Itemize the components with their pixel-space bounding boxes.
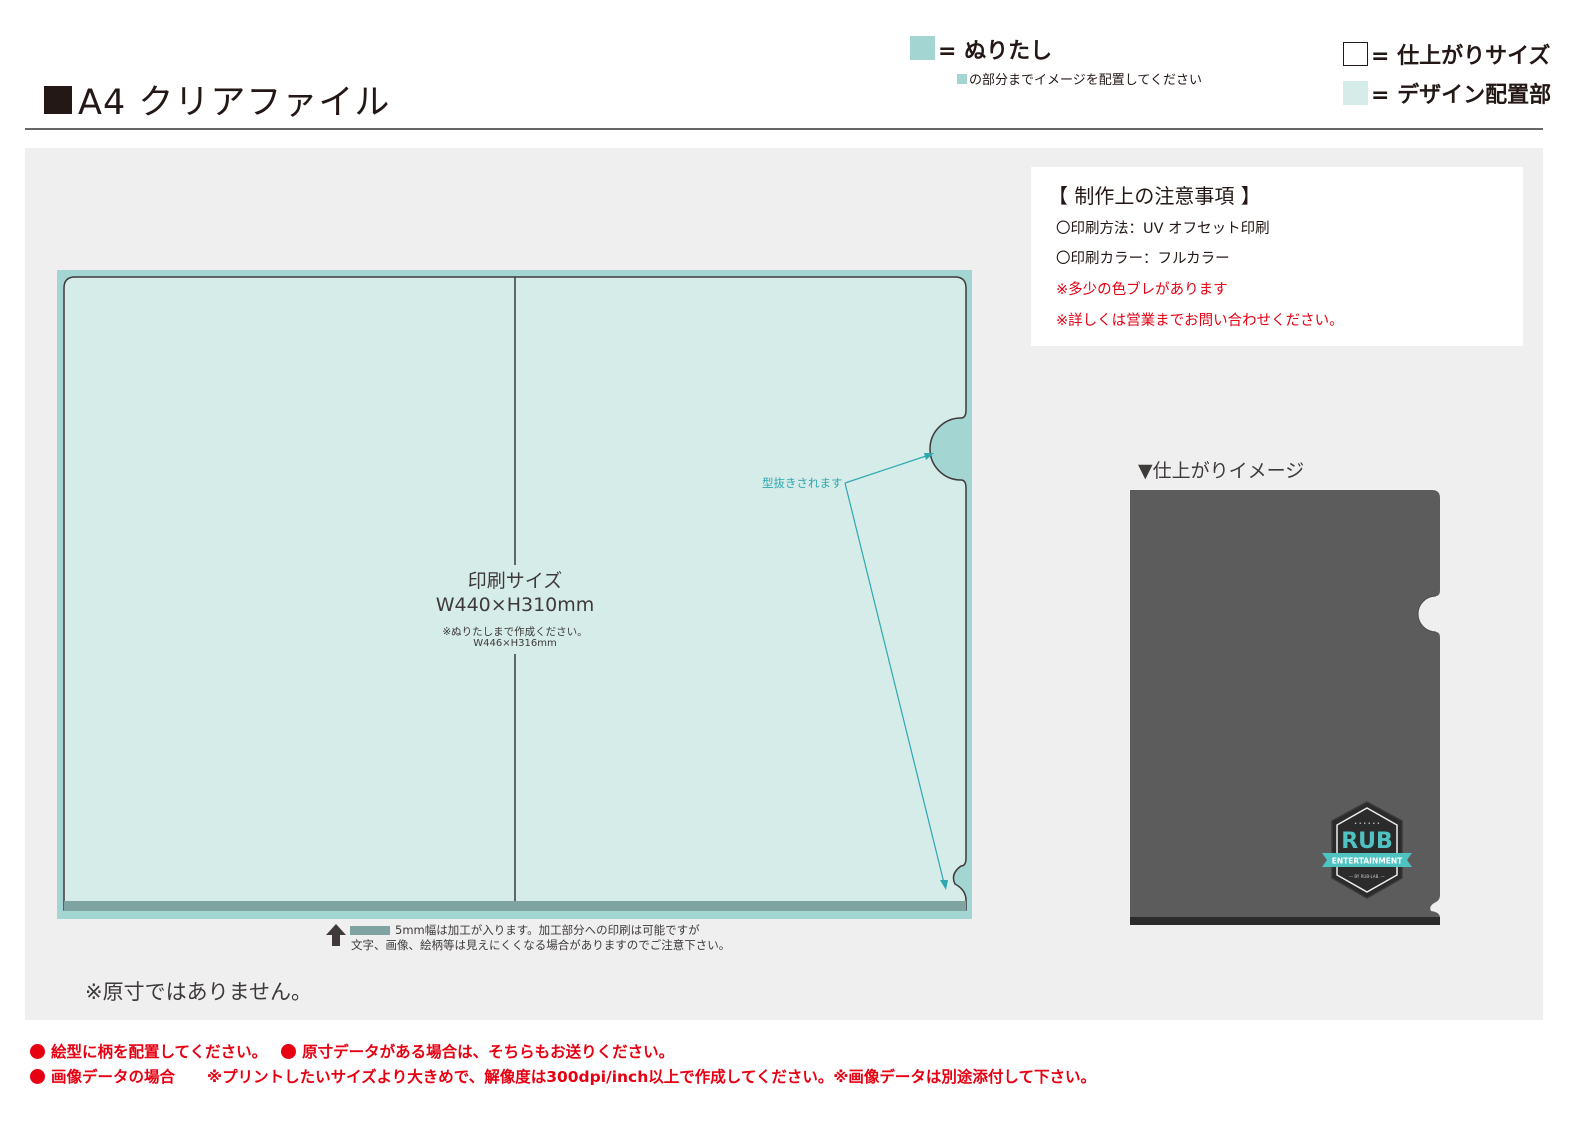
legend-bleed-note-text: の部分までイメージを配置してください bbox=[969, 73, 1202, 88]
print-size-label: 印刷サイズ bbox=[467, 570, 563, 592]
footer-line-2: 画像データの場合 ※プリントしたいサイズより大きめで、解像度は300dpi/inc… bbox=[30, 1065, 1096, 1087]
not-actual-size-note: ※原寸ではありません。 bbox=[85, 980, 312, 1004]
margin-note-line-2: 文字、画像、絵柄等は見えにくくなる場合がありますのでご注意下さい。 bbox=[351, 938, 731, 952]
note-contact-sales: ※詳しくは営業までお問い合わせください。 bbox=[1056, 313, 1344, 329]
header-divider bbox=[25, 128, 1543, 130]
legend-design-swatch bbox=[1343, 81, 1368, 105]
margin-note-line-1: 5mm幅は加工が入ります。加工部分への印刷は可能ですが bbox=[395, 923, 700, 937]
finish-image-mockup: • • • • • • RUB ENTERTAINMENT — BY RUB-L… bbox=[1130, 490, 1440, 925]
legend-bleed-note: の部分までイメージを配置してください bbox=[957, 69, 1202, 88]
footer-line-1: 絵型に柄を配置してください。 原寸データがある場合は、そちらもお送りください。 bbox=[30, 1040, 674, 1062]
diecut-label: 型抜きされます bbox=[762, 476, 843, 490]
footer-send-original: 原寸データがある場合は、そちらもお送りください。 bbox=[302, 1043, 675, 1061]
page-title: A4 クリアファイル bbox=[44, 74, 390, 125]
footer-resolution-note: ※プリントしたいサイズより大きめで、解像度は300dpi/inch以上で作成して… bbox=[207, 1068, 1096, 1086]
note-color-variance: ※多少の色ブレがあります bbox=[1056, 282, 1228, 298]
logo-sub-text: — BY RUB-LAB. — bbox=[1349, 874, 1385, 879]
note-print-color: 〇印刷カラー：フルカラー bbox=[1056, 251, 1230, 267]
footer-place-pattern: 絵型に柄を配置してください。 bbox=[51, 1043, 268, 1061]
margin-swatch bbox=[350, 926, 390, 935]
print-bleed-note: ※ぬりたしまで作成ください。 bbox=[442, 626, 588, 638]
red-dot-icon bbox=[30, 1069, 45, 1084]
legend-finish-swatch bbox=[1343, 42, 1368, 66]
finish-image-label: ▼仕上がりイメージ bbox=[1138, 460, 1305, 482]
note-print-method: 〇印刷方法：UV オフセット印刷 bbox=[1056, 221, 1270, 237]
processing-margin bbox=[64, 901, 966, 911]
red-dot-icon bbox=[30, 1044, 45, 1059]
title-square-icon bbox=[44, 85, 72, 114]
footer-image-data-case: 画像データの場合 bbox=[51, 1068, 176, 1086]
print-size-dims: W440×H310mm bbox=[435, 594, 595, 616]
production-notes-heading: 【 制作上の注意事項 】 bbox=[1048, 184, 1261, 208]
mini-bleed-swatch bbox=[957, 73, 967, 84]
mockup-bottom-edge bbox=[1130, 917, 1440, 925]
legend-finish-label: = 仕上がりサイズ bbox=[1371, 44, 1551, 69]
legend-bleed-swatch bbox=[910, 36, 935, 60]
logo-banner-text: ENTERTAINMENT bbox=[1332, 857, 1403, 866]
legend-design-label: = デザイン配置部 bbox=[1371, 83, 1552, 108]
print-bleed-dims: W446×H316mm bbox=[473, 638, 557, 649]
red-dot-icon bbox=[281, 1044, 297, 1059]
up-arrow-icon bbox=[326, 924, 346, 946]
logo-main-text: RUB bbox=[1341, 829, 1393, 854]
legend-bleed-label: = ぬりたし bbox=[938, 39, 1053, 64]
svg-text:• • • • • •: • • • • • • bbox=[1354, 821, 1380, 827]
page-title-text: A4 クリアファイル bbox=[78, 83, 391, 123]
